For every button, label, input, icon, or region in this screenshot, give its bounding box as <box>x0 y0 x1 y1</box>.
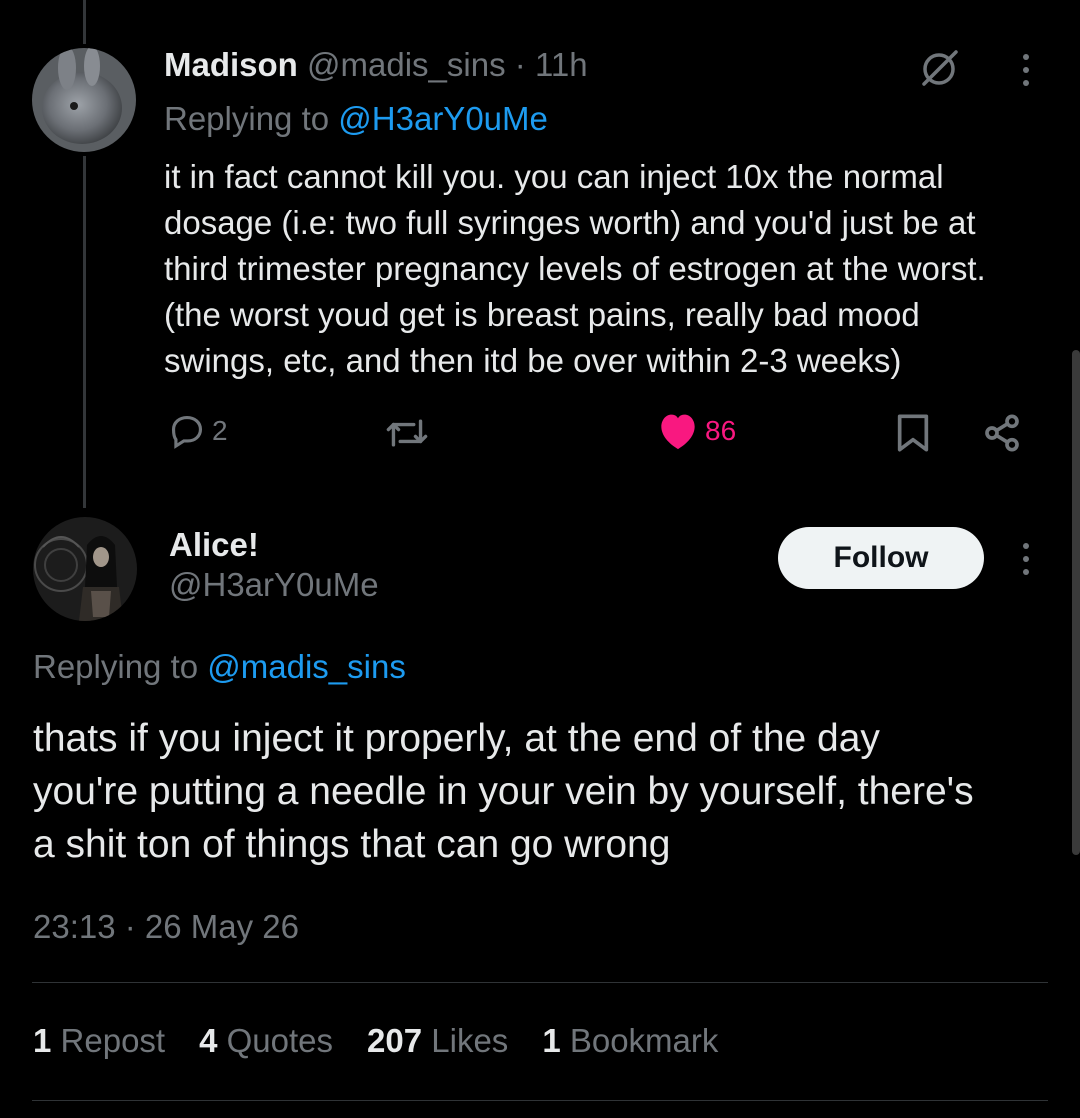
stat-likes[interactable]: 207 Likes <box>367 1022 508 1060</box>
stat-count: 207 <box>367 1022 423 1059</box>
engagement-stats: 1 Repost 4 Quotes 207 Likes 1 Bookmark <box>33 1022 718 1060</box>
stat-label: Quotes <box>226 1022 334 1059</box>
replying-prefix: Replying to <box>164 100 330 137</box>
display-name[interactable]: Alice! <box>169 526 259 564</box>
stat-label: Repost <box>60 1022 166 1059</box>
follow-button[interactable]: Follow <box>778 527 984 589</box>
grok-icon[interactable] <box>918 46 962 90</box>
stat-label: Likes <box>431 1022 509 1059</box>
tweet-time[interactable]: 11h <box>535 46 588 83</box>
reply-count: 2 <box>212 415 228 446</box>
share-button[interactable] <box>982 413 1022 453</box>
divider <box>32 982 1048 983</box>
user-handle[interactable]: @H3arY0uMe <box>169 566 379 604</box>
replying-handle-link[interactable]: @H3arY0uMe <box>338 100 548 137</box>
replying-to: Replying to @madis_sins <box>33 648 406 686</box>
more-icon[interactable] <box>1021 543 1031 575</box>
stat-count: 1 <box>33 1022 52 1059</box>
stat-bookmarks[interactable]: 1 Bookmark <box>542 1022 718 1060</box>
replying-handle-link[interactable]: @madis_sins <box>207 648 406 685</box>
user-handle[interactable]: @madis_sins <box>307 46 506 83</box>
share-icon <box>985 414 1019 452</box>
stat-label: Bookmark <box>569 1022 719 1059</box>
stat-count: 4 <box>199 1022 218 1059</box>
reply-icon <box>171 415 203 449</box>
replying-prefix: Replying to <box>33 648 199 685</box>
stat-count: 1 <box>542 1022 561 1059</box>
like-count: 86 <box>705 415 737 446</box>
stat-quotes[interactable]: 4 Quotes <box>199 1022 333 1060</box>
tweet-header: Madison @madis_sins · 11h <box>164 46 588 84</box>
avatar[interactable] <box>32 48 136 152</box>
divider <box>32 1100 1048 1101</box>
tweet-timestamp[interactable]: 23:13 · 26 May 26 <box>33 908 299 946</box>
like-button[interactable]: 86 <box>657 412 736 450</box>
thread-connector-line <box>83 0 86 44</box>
thread-connector-line <box>83 156 86 508</box>
repost-button[interactable] <box>385 414 429 452</box>
display-name[interactable]: Madison <box>164 46 298 83</box>
bookmark-button[interactable] <box>896 413 930 453</box>
tweet-text: it in fact cannot kill you. you can inje… <box>164 158 986 379</box>
scrollbar[interactable] <box>1072 350 1080 855</box>
stat-reposts[interactable]: 1 Repost <box>33 1022 165 1060</box>
repost-icon <box>386 419 428 447</box>
separator-dot: · <box>514 46 526 83</box>
reply-button[interactable]: 2 <box>168 412 228 450</box>
replying-to: Replying to @H3arY0uMe <box>164 100 548 138</box>
tweet-text: thats if you inject it properly, at the … <box>33 717 974 866</box>
like-icon <box>661 414 695 450</box>
avatar[interactable] <box>33 517 137 621</box>
more-icon[interactable] <box>1021 54 1031 86</box>
bookmark-icon <box>897 414 929 452</box>
